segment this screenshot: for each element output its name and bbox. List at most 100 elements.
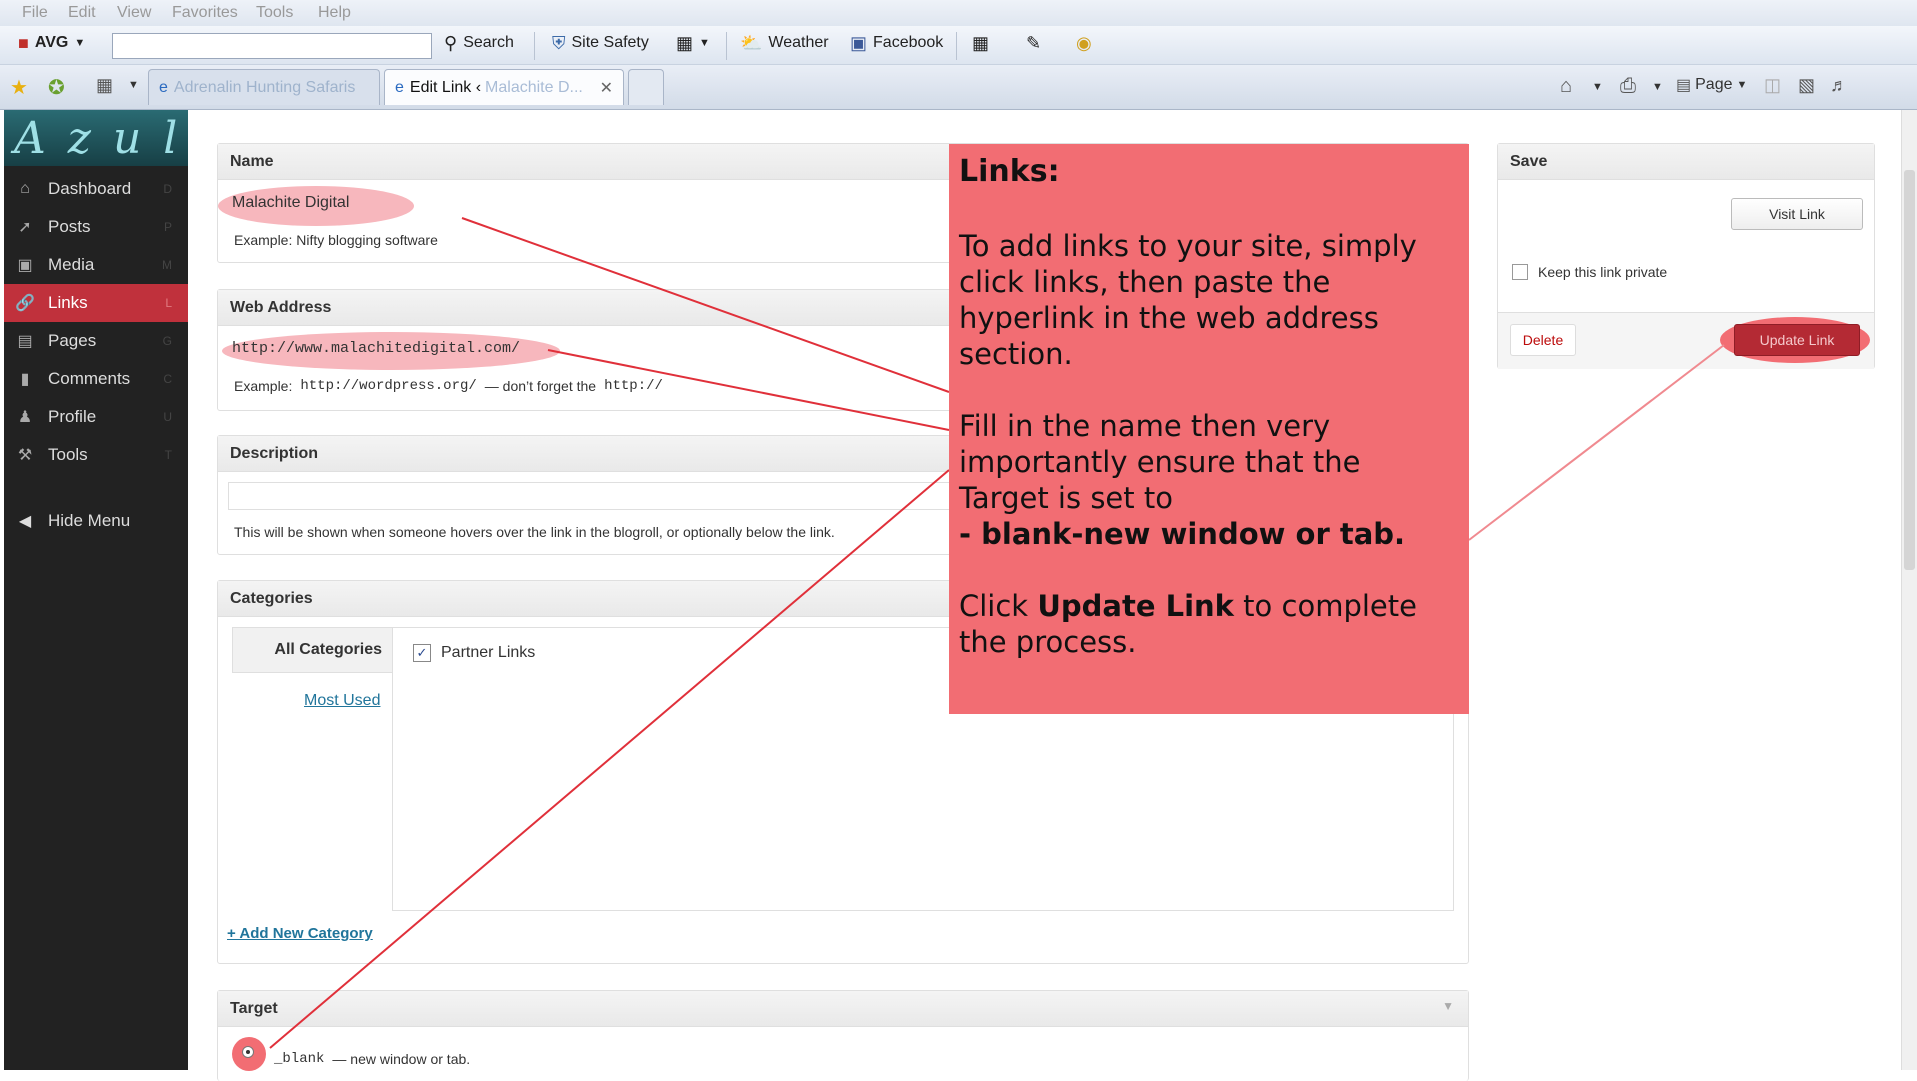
sidebar-item-tools[interactable]: ⚒ Tools T — [4, 436, 188, 474]
chevron-down-icon: ▼ — [74, 37, 86, 49]
target-blank-label: _blank — new window or tab. — [274, 1051, 471, 1067]
calculator-icon: ▦ — [972, 33, 990, 53]
sidebar-item-profile[interactable]: ♟ Profile U — [4, 398, 188, 436]
pin-icon: ➚ — [18, 219, 32, 236]
checkbox-checked-icon[interactable]: ✓ — [413, 644, 431, 662]
chevron-down-icon[interactable]: ▼ — [128, 79, 139, 91]
target-heading: Target — [218, 991, 1468, 1027]
calculator-button[interactable]: ▦ — [972, 34, 989, 52]
tools-icon: ⚒ — [17, 447, 33, 464]
weather-button[interactable]: ⛅ Weather — [740, 34, 829, 52]
page-menu-button[interactable]: ▤ Page ▼ — [1676, 75, 1747, 95]
close-icon[interactable]: ✕ — [600, 78, 613, 98]
menu-favorites[interactable]: Favorites — [172, 4, 238, 22]
annotation-line-update — [1468, 344, 1725, 541]
sidebar-item-links[interactable]: 🔗 Links L — [4, 284, 188, 322]
hide-menu-button[interactable]: ◀ Hide Menu — [4, 502, 188, 540]
page-icon: ▤ — [1676, 77, 1692, 94]
clipboard-icon[interactable]: ▧ — [1798, 75, 1815, 96]
browser-tab-bar: ★ ✪ ▦ ▼ e Adrenalin Hunting Safaris e Ed… — [0, 65, 1917, 110]
tab-all-categories[interactable]: All Categories — [232, 627, 392, 673]
facebook-button[interactable]: ▣ Facebook — [850, 34, 943, 52]
sidebar-item-pages[interactable]: ▤ Pages G — [4, 322, 188, 360]
speech-button[interactable]: ◉ — [1076, 34, 1092, 52]
browser-menu-bar: File Edit View Favorites Tools Help — [0, 0, 1917, 26]
target-blank-radio[interactable] — [242, 1046, 254, 1058]
print-icon[interactable]: ⎙ — [1620, 75, 1636, 98]
ie-page-icon: e — [159, 78, 168, 96]
menu-tools[interactable]: Tools — [256, 4, 293, 22]
chevron-down-icon: ▼ — [1736, 79, 1748, 91]
site-logo: Azul — [4, 110, 188, 166]
favorites-star-icon[interactable]: ★ — [10, 75, 28, 100]
target-box: Target ▼ _blank — new window or tab. — [217, 990, 1469, 1081]
new-tab-button[interactable] — [628, 69, 664, 105]
add-favorites-icon[interactable]: ✪ — [48, 75, 65, 100]
browser-toolbar: ■ AVG ▼ ⚲ Search ⛨ Site Safety ▦ ▼ ⛅ Wea… — [0, 26, 1917, 65]
chevron-down-icon[interactable]: ▼ — [1652, 81, 1663, 93]
notepad-button[interactable]: ✎ — [1026, 34, 1041, 52]
toolbar-divider — [726, 32, 727, 60]
callout-title: Links: — [959, 154, 1060, 189]
menu-file[interactable]: File — [22, 4, 48, 22]
name-example: Example: Nifty blogging software — [234, 232, 438, 248]
menu-help[interactable]: Help — [318, 4, 351, 22]
toolbar-divider — [956, 32, 957, 60]
facebook-icon: ▣ — [850, 33, 868, 53]
instruction-callout: Links: To add links to your site, simply… — [949, 144, 1469, 714]
chevron-down-icon: ▼ — [699, 37, 710, 49]
callout-paragraph-3: Click Update Link to complete the proces… — [959, 589, 1417, 659]
callout-paragraph-2: Fill in the name then very importantly e… — [959, 409, 1406, 551]
save-box: Save Visit Link Keep this link private D… — [1497, 143, 1875, 369]
description-help: This will be shown when someone hovers o… — [234, 524, 835, 540]
sidebar-item-posts[interactable]: ➚ Posts P — [4, 208, 188, 246]
media-icon: ▣ — [17, 257, 33, 274]
page-icon: ▤ — [17, 333, 33, 350]
trash-icon: ▦ — [676, 33, 694, 53]
tab-adrenalin-hunting[interactable]: e Adrenalin Hunting Safaris — [148, 69, 380, 105]
search-button[interactable]: ⚲ Search — [444, 34, 514, 52]
add-new-category-link[interactable]: + Add New Category — [227, 925, 373, 942]
keep-private-option[interactable]: Keep this link private — [1512, 264, 1667, 280]
avg-button[interactable]: ■ AVG ▼ — [18, 34, 85, 52]
keep-private-checkbox[interactable] — [1512, 264, 1528, 280]
home-icon[interactable]: ⌂ — [1560, 75, 1572, 98]
quick-tabs-icon[interactable]: ▦ — [96, 75, 113, 96]
visit-link-button[interactable]: Visit Link — [1731, 198, 1863, 230]
menu-view[interactable]: View — [117, 4, 151, 22]
sidebar-item-comments[interactable]: ▮ Comments C — [4, 360, 188, 398]
ie-page-icon: e — [395, 78, 404, 96]
site-safety-button[interactable]: ⛨ Site Safety — [552, 34, 649, 52]
name-input[interactable]: Malachite Digital — [232, 194, 349, 212]
avg-logo-icon: ■ — [18, 33, 29, 53]
chevron-down-icon[interactable]: ▼ — [1592, 81, 1603, 93]
sidebar-item-media[interactable]: ▣ Media M — [4, 246, 188, 284]
copy-icon[interactable]: ◫ — [1764, 75, 1781, 96]
shield-icon: ⛨ — [552, 33, 566, 53]
delete-link-button[interactable]: Delete — [1510, 324, 1576, 356]
scrollbar-thumb[interactable] — [1904, 170, 1915, 570]
web-address-input[interactable]: http://www.malachitedigital.com/ — [232, 340, 520, 357]
toolbar-search-input[interactable] — [112, 33, 432, 59]
link-icon: 🔗 — [15, 295, 35, 312]
toggle-arrow-icon[interactable]: ▼ — [1442, 999, 1454, 1013]
tab-edit-link[interactable]: e Edit Link ‹ Malachite D... ✕ — [384, 69, 624, 105]
update-link-button[interactable]: Update Link — [1734, 324, 1860, 356]
page-scrollbar[interactable] — [1901, 110, 1917, 1070]
menu-edit[interactable]: Edit — [68, 4, 96, 22]
search-icon: ⚲ — [444, 33, 458, 53]
trash-dropdown[interactable]: ▦ ▼ — [676, 34, 710, 52]
web-address-example: Example: http://wordpress.org/ — don’t f… — [234, 378, 663, 394]
users-icon: ♟ — [17, 409, 33, 426]
tab-most-used[interactable]: Most Used — [304, 692, 380, 710]
home-icon: ⌂ — [20, 180, 30, 197]
toolbar-divider — [534, 32, 535, 60]
speech-bubble-icon: ◉ — [1076, 33, 1092, 53]
category-item-partner-links[interactable]: ✓ Partner Links — [413, 644, 535, 662]
radio-dot — [246, 1050, 250, 1054]
callout-paragraph-1: To add links to your site, simply click … — [959, 229, 1417, 371]
weather-icon: ⛅ — [740, 33, 763, 53]
sidebar-item-dashboard[interactable]: ⌂ Dashboard D — [4, 170, 188, 208]
research-icon[interactable]: ♬ — [1830, 75, 1848, 96]
notepad-icon: ✎ — [1026, 33, 1042, 53]
